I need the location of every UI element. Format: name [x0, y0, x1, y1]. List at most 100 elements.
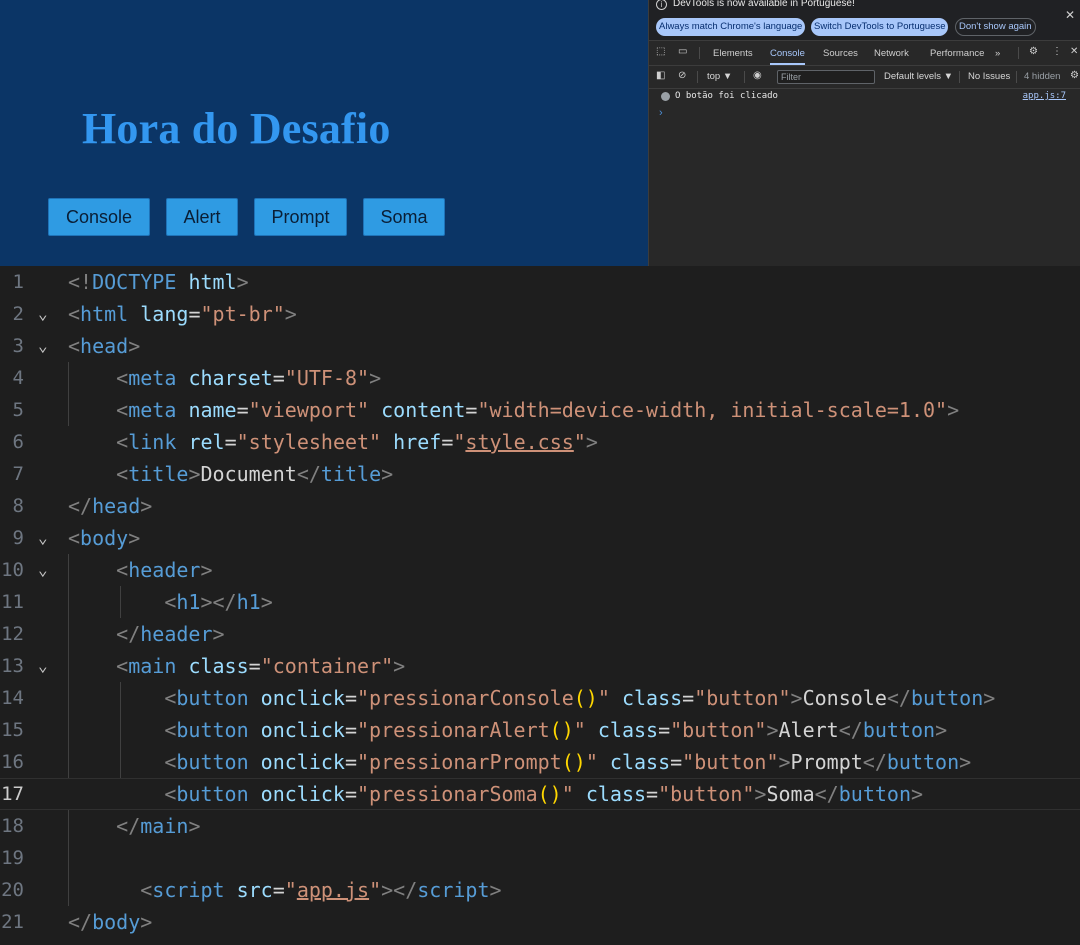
- fold-chevron-icon[interactable]: ⌄: [38, 298, 48, 330]
- code-token: >: [284, 302, 297, 326]
- code-token: >: [935, 718, 948, 742]
- code-token: h1: [176, 590, 201, 614]
- code-line[interactable]: 1 <!DOCTYPE html>: [0, 266, 1080, 298]
- log-levels-dropdown[interactable]: Default levels ▼: [884, 71, 953, 82]
- tab-console[interactable]: Console: [770, 41, 805, 65]
- console-prompt-caret[interactable]: ›: [659, 107, 663, 119]
- tab-elements[interactable]: Elements: [713, 41, 753, 65]
- info-icon: i: [656, 0, 667, 10]
- code-line[interactable]: 20 <script src="app.js"></script>: [0, 874, 1080, 906]
- code-token: <: [164, 686, 177, 710]
- code-token: =: [272, 366, 285, 390]
- code-line[interactable]: 18 </main>: [0, 810, 1080, 842]
- code-token: "pressionarSoma: [357, 782, 538, 806]
- code-token: =: [441, 430, 454, 454]
- code-token: =: [646, 782, 659, 806]
- code-line[interactable]: 2 ⌄ <html lang="pt-br">: [0, 298, 1080, 330]
- code-line[interactable]: 12 </header>: [0, 618, 1080, 650]
- close-icon[interactable]: ✕: [1065, 8, 1075, 22]
- tab-network[interactable]: Network: [874, 41, 909, 65]
- code-line[interactable]: 14 <button onclick="pressionarConsole()"…: [0, 682, 1080, 714]
- more-tabs-icon[interactable]: »: [995, 41, 1000, 65]
- code-line[interactable]: 16 <button onclick="pressionarPrompt()" …: [0, 746, 1080, 778]
- tab-performance[interactable]: Performance: [930, 41, 984, 65]
- always-match-language-button[interactable]: Always match Chrome's language: [656, 18, 806, 36]
- issues-indicator[interactable]: No Issues: [968, 71, 1010, 82]
- eye-icon[interactable]: ◉: [753, 71, 763, 81]
- code-token: >: [959, 750, 972, 774]
- device-toolbar-icon[interactable]: ▭: [678, 47, 688, 57]
- line-number: 20: [1, 879, 24, 901]
- code-line[interactable]: 21 </body>: [0, 906, 1080, 938]
- code-line[interactable]: 15 <button onclick="pressionarAlert()" c…: [0, 714, 1080, 746]
- sidebar-toggle-icon[interactable]: ◧: [656, 71, 666, 81]
- code-token: <: [164, 782, 177, 806]
- settings-gear-icon[interactable]: ⚙: [1029, 47, 1039, 57]
- code-editor[interactable]: 1 <!DOCTYPE html> 2 ⌄ <html lang="pt-br"> 3 ⌄ <…: [0, 266, 1080, 945]
- code-content: <button onclick="pressionarSoma()" class…: [68, 779, 923, 809]
- alert-button[interactable]: Alert: [166, 198, 238, 236]
- code-token: header: [128, 558, 201, 582]
- close-devtools-icon[interactable]: ✕: [1070, 47, 1080, 57]
- code-token: <: [164, 590, 177, 614]
- code-line[interactable]: 5 <meta name="viewport" content="width=d…: [0, 394, 1080, 426]
- code-token: >: [910, 782, 924, 806]
- code-token: button: [838, 782, 911, 806]
- code-token: "button": [682, 750, 779, 774]
- code-token: =: [344, 782, 358, 806]
- code-token: =: [465, 398, 478, 422]
- infobar-message: DevTools is now available in Portuguese!: [673, 0, 855, 9]
- clear-console-icon[interactable]: ⊘: [678, 71, 688, 81]
- prompt-button[interactable]: Prompt: [254, 198, 347, 236]
- code-line[interactable]: 17 <button onclick="pressionarSoma()" cl…: [0, 778, 1080, 810]
- divider: [697, 71, 698, 83]
- code-line[interactable]: 11 <h1></h1>: [0, 586, 1080, 618]
- soma-button[interactable]: Soma: [363, 198, 445, 236]
- console-button[interactable]: Console: [48, 198, 150, 236]
- tab-sources[interactable]: Sources: [823, 41, 858, 65]
- code-line[interactable]: 13 ⌄ <main class="container">: [0, 650, 1080, 682]
- fold-chevron-icon[interactable]: ⌄: [38, 522, 48, 554]
- code-line[interactable]: 9 ⌄ <body>: [0, 522, 1080, 554]
- code-line[interactable]: 4 <meta charset="UTF-8">: [0, 362, 1080, 394]
- dont-show-again-button[interactable]: Don't show again: [955, 18, 1036, 36]
- code-token: "stylesheet": [236, 430, 382, 454]
- code-line[interactable]: 19: [0, 842, 1080, 874]
- console-source-link[interactable]: app.js:7: [1023, 91, 1066, 101]
- code-line[interactable]: 10 ⌄ <header>: [0, 554, 1080, 586]
- console-settings-icon[interactable]: ⚙: [1070, 71, 1080, 81]
- code-content: </main>: [68, 810, 200, 842]
- line-number: 18: [1, 815, 24, 837]
- context-selector[interactable]: top ▼: [707, 71, 732, 82]
- code-token: meta: [128, 398, 177, 422]
- code-token: class: [585, 782, 647, 806]
- code-line[interactable]: 3 ⌄ <head>: [0, 330, 1080, 362]
- filter-input[interactable]: Filter: [777, 70, 875, 84]
- code-token: app.js: [296, 878, 370, 902]
- code-line[interactable]: 7 <title>Document</title>: [0, 458, 1080, 490]
- inspect-element-icon[interactable]: ⬚: [656, 47, 666, 57]
- code-content: <script src="app.js"></script>: [68, 874, 501, 906]
- code-token: <!: [68, 270, 93, 294]
- code-token: DOCTYPE: [92, 270, 177, 294]
- code-line[interactable]: 8 </head>: [0, 490, 1080, 522]
- fold-chevron-icon[interactable]: ⌄: [38, 554, 48, 586]
- code-token: content: [381, 398, 466, 422]
- more-options-icon[interactable]: ⋮: [1052, 47, 1062, 57]
- fold-chevron-icon[interactable]: ⌄: [38, 650, 48, 682]
- code-token: main: [128, 654, 177, 678]
- code-token: </: [838, 718, 863, 742]
- code-line[interactable]: 6 <link rel="stylesheet" href="style.css…: [0, 426, 1080, 458]
- code-content: <button onclick="pressionarConsole()" cl…: [68, 682, 995, 714]
- fold-chevron-icon[interactable]: ⌄: [38, 330, 48, 362]
- switch-to-portuguese-button[interactable]: Switch DevTools to Portuguese: [811, 18, 949, 36]
